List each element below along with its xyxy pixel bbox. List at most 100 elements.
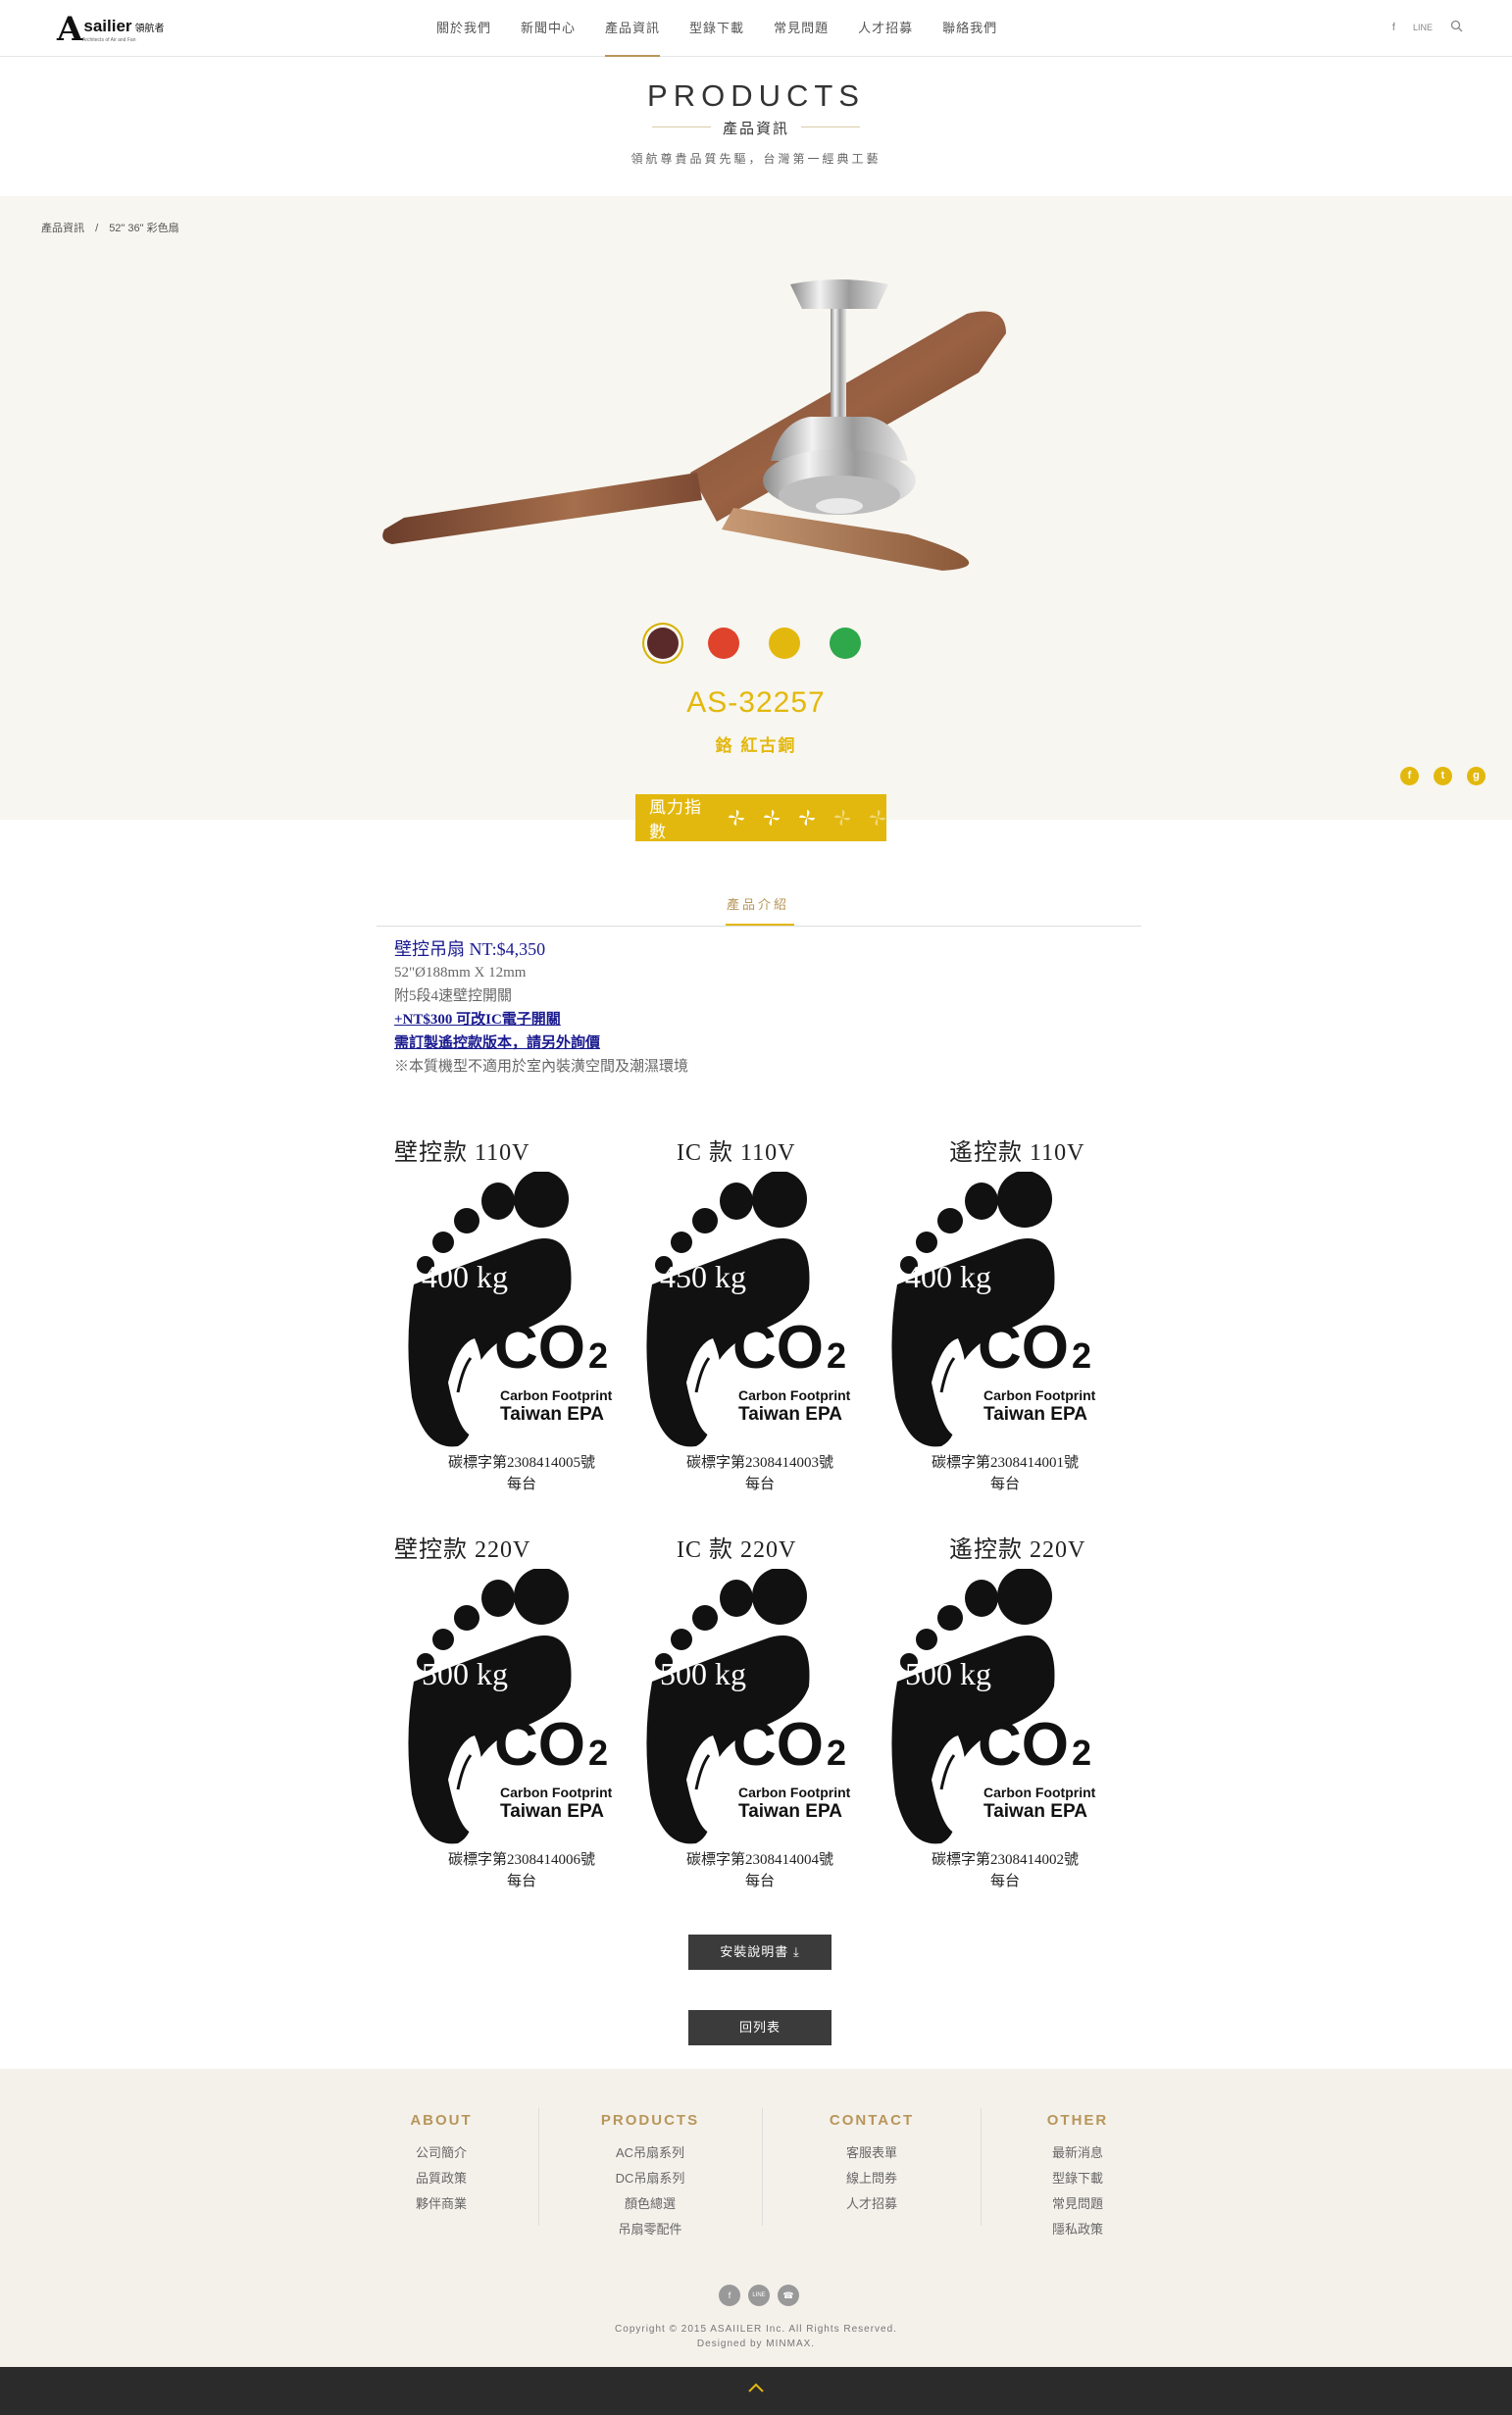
cert-carbon-footprint-text: Carbon Footprint [500, 1387, 613, 1403]
footer-link[interactable]: 品質政策 [353, 2166, 529, 2191]
cert-label: IC 款 220V [677, 1537, 797, 1563]
cert-code: 碳標字第2308414003號 [685, 1455, 833, 1471]
cert-code: 碳標字第2308414001號 [931, 1455, 1079, 1471]
cert-label: 壁控款 220V [394, 1537, 531, 1563]
footer-col-contact: CONTACT 客服表單 線上問券 人才招募 [783, 2112, 960, 2217]
usage-note: ※本質機型不適用於室內裝潢空間及潮濕環境 [394, 1059, 689, 1075]
cert-weight: 500 kg [905, 1656, 991, 1691]
main-nav: 關於我們 新聞中心 產品資訊 型錄下載 常見問題 人才招募 聯絡我們 [422, 0, 1012, 57]
cert-co2-subscript: 2 [1072, 1335, 1091, 1376]
footer-link[interactable]: 吊扇零配件 [562, 2217, 738, 2242]
cert-taiwan-epa-text: Taiwan EPA [738, 1404, 842, 1425]
download-icon: ⤓ [792, 1944, 800, 1959]
page-title-area: PRODUCTS 產品資訊 領航尊貴品質先驅，台灣第一經典工藝 [0, 57, 1512, 196]
header-icons: f LINE [1392, 20, 1463, 35]
line-icon[interactable]: LINE [748, 2285, 770, 2306]
page: A sailier 領航者 Architects of Air and Fan … [0, 0, 1512, 2415]
product-switch: 附5段4速壁控開關 [394, 988, 513, 1004]
tab-active-indicator [726, 924, 794, 926]
nav-news[interactable]: 新聞中心 [506, 0, 590, 57]
cert-code: 碳標字第2308414005號 [447, 1455, 595, 1471]
footer-link[interactable]: 最新消息 [989, 2140, 1166, 2166]
footer-link[interactable]: 夥伴商業 [353, 2191, 529, 2217]
footer-link[interactable]: 顏色總選 [562, 2191, 738, 2217]
nav-catalog[interactable]: 型錄下載 [675, 0, 759, 57]
manual-download-button[interactable]: 安裝說明書 ⤓ [688, 1935, 832, 1970]
cert-co2: CO [732, 1314, 824, 1382]
facebook-icon[interactable]: f [719, 2285, 740, 2306]
cert-label: IC 款 110V [677, 1140, 796, 1166]
share-twitter-icon[interactable]: t [1434, 767, 1452, 785]
copyright-text: Copyright © 2015 ASAIILER Inc. All Right… [615, 2324, 897, 2335]
line-icon[interactable]: LINE [1413, 23, 1433, 32]
footer-col-other: OTHER 最新消息 型錄下載 常見問題 隱私政策 [989, 2112, 1166, 2242]
cert-unit: 每台 [744, 1477, 775, 1492]
logo-sub: 領航者 [134, 23, 165, 34]
cert-code: 碳標字第2308414004號 [685, 1852, 833, 1868]
cert-caption: 碳標字第2308414005號 每台 [404, 1452, 639, 1495]
cert-weight: 500 kg [422, 1656, 508, 1691]
footer-link[interactable]: 公司簡介 [353, 2140, 529, 2166]
share-facebook-icon[interactable]: f [1400, 767, 1419, 785]
logo-mark: A [57, 10, 83, 49]
cert-weight: 500 kg [660, 1656, 746, 1691]
breadcrumb-separator: / [95, 223, 99, 234]
nav-products[interactable]: 產品資訊 [590, 0, 675, 57]
cert-code: 碳標字第2308414006號 [447, 1852, 595, 1868]
fan-blade-icon [729, 810, 744, 826]
product-price: 壁控吊扇 NT:$4,350 [394, 939, 546, 959]
cert-unit: 每台 [506, 1874, 536, 1889]
footer-link[interactable]: 人才招募 [783, 2191, 960, 2217]
nav-about[interactable]: 關於我們 [422, 0, 506, 57]
nav-contact[interactable]: 聯絡我們 [928, 0, 1012, 57]
cert-taiwan-epa-text: Taiwan EPA [500, 1404, 604, 1425]
carbon-footprint-icon: 400 kg CO 2 Carbon FootprintTaiwan EPA [408, 1172, 613, 1447]
search-icon[interactable] [1450, 20, 1463, 35]
swatch-green[interactable] [830, 628, 861, 659]
fan-blade-icon [834, 810, 850, 826]
fan-blade-icon [764, 810, 780, 826]
copyright: Copyright © 2015 ASAIILER Inc. All Right… [0, 2322, 1512, 2351]
breadcrumb-root[interactable]: 產品資訊 [41, 223, 84, 234]
fan-blade-icon [870, 810, 885, 826]
footer-link[interactable]: 客服表單 [783, 2140, 960, 2166]
logo[interactable]: A sailier 領航者 Architects of Air and Fan [57, 12, 165, 47]
tab-product-intro[interactable]: 產品介紹 [727, 894, 789, 913]
cert-unit: 每台 [744, 1874, 775, 1889]
footer-divider [981, 2108, 982, 2226]
nav-faq[interactable]: 常見問題 [759, 0, 843, 57]
footer-link[interactable]: AC吊扇系列 [562, 2140, 738, 2166]
remote-order-note[interactable]: 需訂製遙控款版本，請另外詢價 [394, 1031, 688, 1055]
footer-link[interactable]: 線上問券 [783, 2166, 960, 2191]
cert-co2: CO [978, 1314, 1069, 1382]
ic-upgrade-note[interactable]: +NT$300 可改IC電子開關 [394, 1008, 688, 1031]
nav-careers[interactable]: 人才招募 [843, 0, 928, 57]
swatch-yellow[interactable] [769, 628, 800, 659]
share-buttons: f t g [1400, 767, 1486, 785]
carbon-footprint-icon: 500 kg CO 2 Carbon FootprintTaiwan EPA [408, 1569, 613, 1844]
footer-link[interactable]: 型錄下載 [989, 2166, 1166, 2191]
cert-unit: 每台 [989, 1477, 1020, 1492]
cert-co2-subscript: 2 [827, 1733, 846, 1773]
cert-co2: CO [978, 1711, 1069, 1779]
swatch-red[interactable] [708, 628, 739, 659]
cert-co2: CO [494, 1711, 585, 1779]
color-swatches [647, 628, 861, 659]
cert-caption: 碳標字第2308414004號 每台 [642, 1849, 878, 1892]
share-google-icon[interactable]: g [1467, 767, 1486, 785]
cert-unit: 每台 [989, 1874, 1020, 1889]
carbon-footprint-icon: 500 kg CO 2 Carbon FootprintTaiwan EPA [891, 1569, 1096, 1844]
back-to-list-button[interactable]: 回列表 [688, 2010, 832, 2045]
footer-link[interactable]: DC吊扇系列 [562, 2166, 738, 2191]
product-description: 壁控吊扇 NT:$4,350 52"Ø188mm X 12mm 附5段4速壁控開… [394, 937, 688, 1079]
footer-link[interactable]: 隱私政策 [989, 2217, 1166, 2242]
phone-icon[interactable]: ☎ [778, 2285, 799, 2306]
back-to-top-icon[interactable] [746, 2379, 766, 2398]
footer-link[interactable]: 常見問題 [989, 2191, 1166, 2217]
cert-co2-subscript: 2 [588, 1733, 608, 1773]
wind-rating [710, 809, 886, 827]
swatch-red-bronze[interactable] [647, 628, 679, 659]
facebook-icon[interactable]: f [1392, 22, 1395, 33]
cert-co2: CO [494, 1314, 585, 1382]
cert-caption: 碳標字第2308414002號 每台 [887, 1849, 1123, 1892]
